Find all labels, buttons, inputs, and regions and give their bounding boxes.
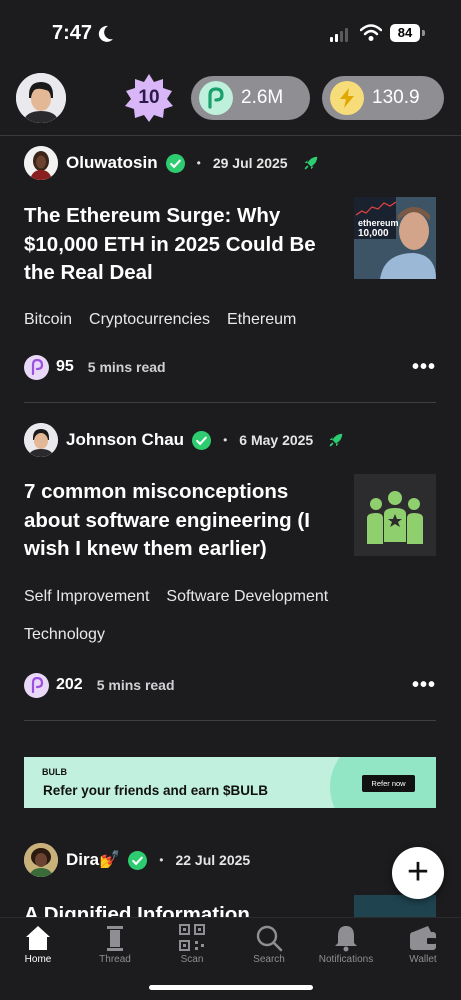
tag-list: Bitcoin Cryptocurrencies Ethereum: [24, 311, 364, 329]
bulb-balance-pill[interactable]: 2.6M: [191, 76, 310, 120]
article-title[interactable]: A Dignified Information: [24, 901, 334, 917]
tab-label: Scan: [180, 954, 204, 965]
battery-tip: [422, 30, 425, 36]
thread-icon: [107, 926, 123, 951]
tab-wallet[interactable]: Wallet: [385, 924, 461, 965]
tag[interactable]: Technology: [24, 626, 105, 644]
profile-avatar-image: [16, 73, 66, 123]
author-name[interactable]: Oluwatosin: [66, 153, 158, 173]
author-row: Dira💅 • 22 Jul 2025: [24, 843, 250, 877]
battery-level: 84: [390, 24, 420, 42]
tab-scan[interactable]: Scan: [154, 924, 230, 965]
bulb-balance: 2.6M: [241, 87, 284, 108]
status-time: 7:47: [52, 22, 93, 44]
tab-notifications[interactable]: Notifications: [308, 924, 384, 965]
banner-text: Refer your friends and earn $BULB: [43, 783, 269, 798]
article-thumbnail[interactable]: [354, 474, 436, 556]
tab-label: Thread: [99, 954, 131, 965]
clap-coin-icon[interactable]: [24, 354, 49, 380]
read-time: 5 mins read: [96, 677, 175, 693]
status-bar: 7:47 84: [0, 0, 461, 66]
post-date: 29 Jul 2025: [212, 155, 288, 171]
more-options-icon[interactable]: •••: [412, 356, 436, 379]
verified-icon: [192, 430, 212, 450]
separator-dot: •: [159, 853, 164, 867]
article-meta-row: 202 5 mins read •••: [24, 672, 436, 698]
author-avatar[interactable]: [24, 843, 58, 877]
author-name[interactable]: Dira💅: [66, 850, 120, 870]
app-header: 10 2.6M 130.9: [0, 66, 461, 136]
clap-count: 95: [56, 358, 74, 375]
home-icon: [26, 926, 50, 950]
level-value: 10: [138, 87, 160, 108]
wallet-icon: [410, 926, 436, 950]
more-options-icon[interactable]: •••: [412, 674, 436, 697]
read-time: 5 mins read: [87, 359, 166, 375]
referral-banner[interactable]: BULB Refer your friends and earn $BULB R…: [24, 757, 436, 808]
tag[interactable]: Self Improvement: [24, 588, 149, 606]
tab-label: Home: [24, 954, 52, 965]
verified-icon: [128, 850, 148, 870]
moon-icon: [98, 25, 113, 42]
tag[interactable]: Cryptocurrencies: [89, 311, 210, 329]
article-thumbnail[interactable]: ethereum 10,000: [354, 197, 436, 279]
article-feed[interactable]: Oluwatosin • 29 Jul 2025 The Ethereum Su…: [0, 137, 461, 917]
author-row: Oluwatosin • 29 Jul 2025: [24, 146, 320, 180]
clap-coin-icon[interactable]: [24, 672, 49, 698]
team-thumbnail-image: [354, 474, 436, 556]
author-row: Johnson Chau • 6 May 2025: [24, 423, 345, 457]
qr-scan-icon: [179, 924, 205, 951]
tab-home[interactable]: Home: [0, 924, 76, 965]
svg-text:ethereum: ethereum: [358, 218, 399, 228]
banner-brand-logo: BULB: [42, 767, 67, 777]
post-date: 6 May 2025: [239, 432, 314, 448]
author-avatar[interactable]: [24, 423, 58, 457]
post-date: 22 Jul 2025: [175, 852, 251, 868]
tab-label: Wallet: [409, 954, 437, 965]
bulb-token-icon: [199, 81, 233, 115]
home-indicator[interactable]: [149, 985, 313, 990]
author-avatar[interactable]: [24, 146, 58, 180]
tab-label: Notifications: [318, 954, 374, 965]
tab-search[interactable]: Search: [231, 924, 307, 965]
article-title[interactable]: 7 common misconceptions about software e…: [24, 478, 334, 564]
tag[interactable]: Ethereum: [227, 311, 296, 329]
rocket-boost-icon: [304, 156, 317, 170]
rocket-boost-icon: [329, 433, 343, 447]
tab-label: Search: [253, 954, 285, 965]
separator-dot: •: [223, 433, 228, 447]
divider: [24, 720, 436, 721]
wifi-icon: [360, 24, 382, 41]
tag-list: Self Improvement Software Development Te…: [24, 588, 364, 644]
lightning-icon: [330, 81, 364, 115]
bell-icon: [335, 926, 357, 952]
create-post-button[interactable]: +: [392, 847, 444, 899]
tag[interactable]: Software Development: [166, 588, 328, 606]
author-name[interactable]: Johnson Chau: [66, 430, 184, 450]
clap-count: 202: [56, 676, 83, 693]
svg-text:10,000: 10,000: [358, 228, 389, 239]
refer-now-button[interactable]: Refer now: [362, 775, 415, 792]
profile-avatar[interactable]: [16, 73, 66, 123]
verified-icon: [165, 153, 185, 173]
tag[interactable]: Bitcoin: [24, 311, 72, 329]
search-icon: [256, 925, 283, 952]
cellular-signal-icon: [330, 28, 348, 42]
energy-balance-pill[interactable]: 130.9: [322, 76, 444, 120]
divider: [24, 402, 436, 403]
tab-thread[interactable]: Thread: [77, 924, 153, 965]
article-meta-row: 95 5 mins read •••: [24, 354, 436, 380]
separator-dot: •: [196, 156, 201, 170]
article-title[interactable]: The Ethereum Surge: Why $10,000 ETH in 2…: [24, 202, 334, 288]
ethereum-thumbnail-image: ethereum 10,000: [354, 197, 436, 279]
energy-balance: 130.9: [372, 87, 420, 108]
level-badge[interactable]: 10: [124, 73, 174, 123]
